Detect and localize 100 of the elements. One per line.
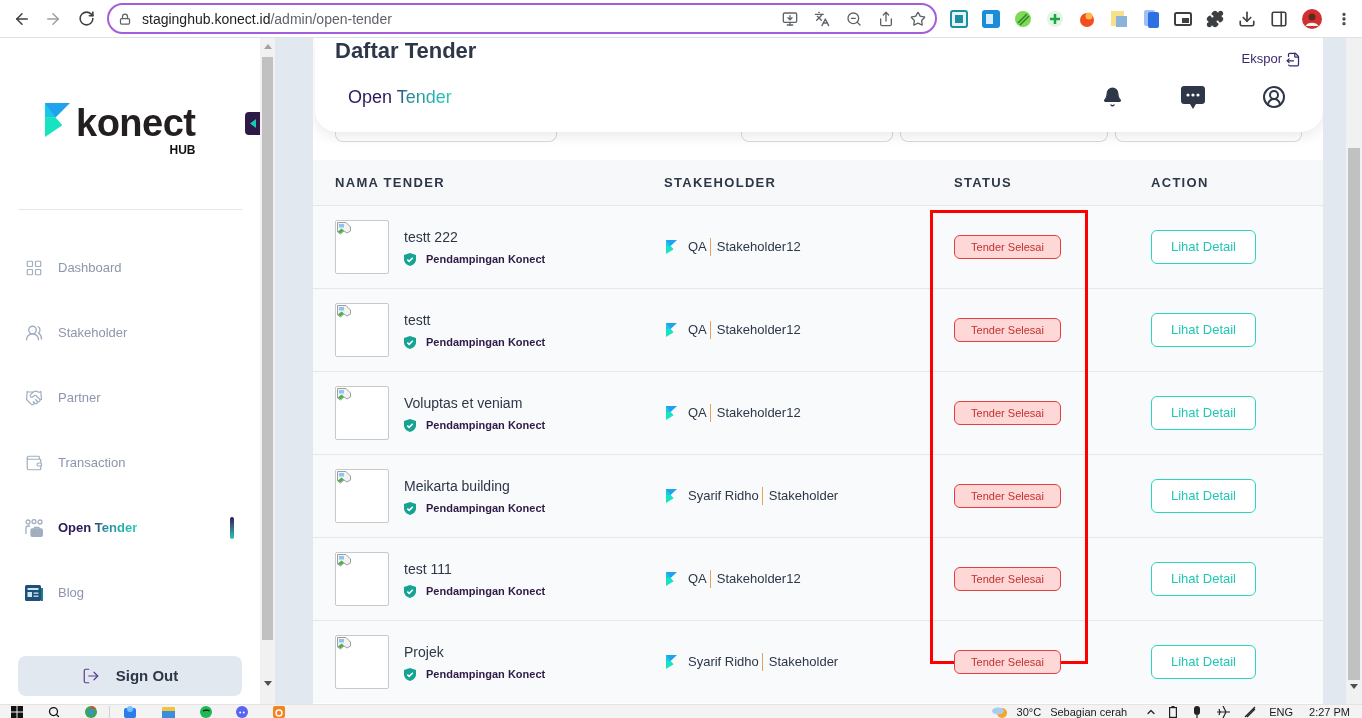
page-title: Daftar Tender (334, 38, 477, 64)
detail-button[interactable]: Lihat Detail (1151, 230, 1256, 264)
collapse-button[interactable] (245, 112, 260, 135)
puzzle-icon[interactable] (1206, 9, 1224, 28)
detail-button[interactable]: Lihat Detail (1151, 479, 1256, 513)
stakeholder-logo-icon (666, 323, 677, 337)
side-panel-icon[interactable] (1270, 9, 1288, 28)
install-icon[interactable] (782, 10, 798, 27)
stakeholder-role: Stakeholder (768, 488, 839, 504)
stakeholder-logo-icon (666, 489, 677, 503)
wallet-icon (25, 453, 43, 472)
plane-icon[interactable] (1217, 705, 1231, 718)
app-icon[interactable] (200, 705, 212, 718)
address-bar[interactable]: staginghub.konect.id/admin/open-tender (107, 3, 937, 34)
handshake-icon (25, 388, 43, 407)
picture-in-picture-icon[interactable] (1174, 9, 1192, 28)
filter-field[interactable] (741, 132, 893, 142)
file-export-icon (1286, 51, 1301, 67)
people-icon (25, 323, 43, 342)
shield-check-icon (404, 501, 416, 515)
logo-wordmark: konect (76, 107, 196, 139)
windows-icon[interactable] (11, 705, 23, 718)
grid-icon (25, 258, 43, 277)
avatar-icon[interactable] (1302, 8, 1322, 29)
stakeholder-name: Syarif Ridho (688, 488, 759, 504)
stakeholder-logo-icon (666, 655, 677, 669)
translate-icon[interactable] (814, 10, 830, 27)
stakeholder-role: Stakeholder12 (716, 571, 801, 587)
chat-bubble-icon[interactable] (1181, 85, 1205, 109)
status-badge: Tender Selesai (954, 484, 1061, 508)
stakeholder-name: Syarif Ridho (688, 654, 759, 670)
temperature-text[interactable]: 30°C (1016, 705, 1042, 718)
sign-out-button[interactable]: Sign Out (18, 656, 242, 696)
status-badge: Tender Selesai (954, 235, 1061, 259)
logout-icon (81, 667, 100, 685)
extension-icon[interactable] (1014, 9, 1032, 28)
microphone-icon[interactable] (1194, 705, 1201, 718)
sidebar-item[interactable]: Blog (18, 560, 240, 625)
stakeholder-role: Stakeholder12 (716, 322, 801, 338)
folder-icon[interactable] (162, 705, 175, 718)
battery-icon[interactable] (1169, 705, 1178, 718)
column-header: NAMA TENDER (335, 174, 445, 191)
stakeholder-role: Stakeholder12 (716, 405, 801, 421)
shield-check-icon (404, 667, 416, 681)
status-badge: Tender Selesai (954, 318, 1061, 342)
clock-text[interactable]: 2:27 PM (1309, 705, 1350, 718)
stakeholder-role: Stakeholder12 (716, 239, 801, 255)
bell-icon[interactable] (1102, 86, 1123, 108)
pen-icon[interactable] (1244, 705, 1257, 718)
download-icon[interactable] (1238, 9, 1256, 28)
filter-field[interactable] (1115, 132, 1302, 142)
logo-mark-icon (45, 103, 70, 137)
stakeholder-name: QA (688, 405, 707, 421)
badge-label: Pendampingan Konect (426, 252, 546, 266)
status-badge: Tender Selesai (954, 650, 1061, 674)
badge-label: Pendampingan Konect (426, 584, 546, 598)
shield-check-icon (404, 418, 416, 432)
detail-button[interactable]: Lihat Detail (1151, 313, 1256, 347)
scroll-down-arrow-icon[interactable] (263, 681, 272, 686)
extension-icon[interactable] (982, 9, 1000, 28)
detail-button[interactable]: Lihat Detail (1151, 645, 1256, 679)
sidebar-item[interactable]: Partner (18, 365, 240, 430)
detail-button[interactable]: Lihat Detail (1151, 562, 1256, 596)
stakeholder-name: QA (688, 239, 707, 255)
badge-label: Pendampingan Konect (426, 501, 546, 515)
status-badge: Tender Selesai (954, 567, 1061, 591)
shield-check-icon (404, 584, 416, 598)
star-icon[interactable] (910, 10, 926, 27)
sidebar-item[interactable]: Open Tender (18, 495, 240, 560)
sidebar-item[interactable]: Transaction (18, 430, 240, 495)
share-icon[interactable] (878, 10, 894, 27)
tender-name: Meikarta building (404, 477, 510, 495)
search-icon[interactable] (48, 705, 60, 718)
logo-subtitle: HUB (169, 144, 196, 156)
badge-label: Pendampingan Konect (426, 418, 546, 432)
plus-icon[interactable] (1046, 9, 1064, 28)
filter-field[interactable] (900, 132, 1108, 142)
reload-icon[interactable] (78, 10, 95, 27)
badge-label: Pendampingan Konect (426, 667, 546, 681)
sidebar-item[interactable]: Dashboard (18, 235, 240, 300)
column-header: STATUS (954, 174, 1012, 191)
detail-button[interactable]: Lihat Detail (1151, 396, 1256, 430)
sidebar-item[interactable]: Stakeholder (18, 300, 240, 365)
scrollbar[interactable] (260, 38, 275, 704)
language-indicator[interactable]: ENG (1269, 705, 1294, 718)
user-icon[interactable] (1262, 85, 1286, 109)
column-header: ACTION (1151, 174, 1209, 191)
zoom-out-icon[interactable] (846, 10, 862, 27)
extension-icon[interactable] (1142, 9, 1160, 28)
scrollbar-thumb[interactable] (262, 57, 273, 640)
weather-text[interactable]: Sebagian cerah (1050, 705, 1128, 718)
extension-icon[interactable] (950, 9, 968, 28)
scroll-down-arrow-icon[interactable] (1350, 684, 1358, 689)
stakeholder-name: QA (688, 571, 707, 587)
scrollbar[interactable] (1346, 38, 1362, 704)
export-button[interactable]: Ekspor (1241, 51, 1301, 67)
stakeholder-logo-icon (666, 240, 677, 254)
filter-field[interactable] (335, 132, 557, 142)
scrollbar-thumb[interactable] (1348, 148, 1360, 680)
stakeholder-logo-icon (666, 406, 677, 420)
